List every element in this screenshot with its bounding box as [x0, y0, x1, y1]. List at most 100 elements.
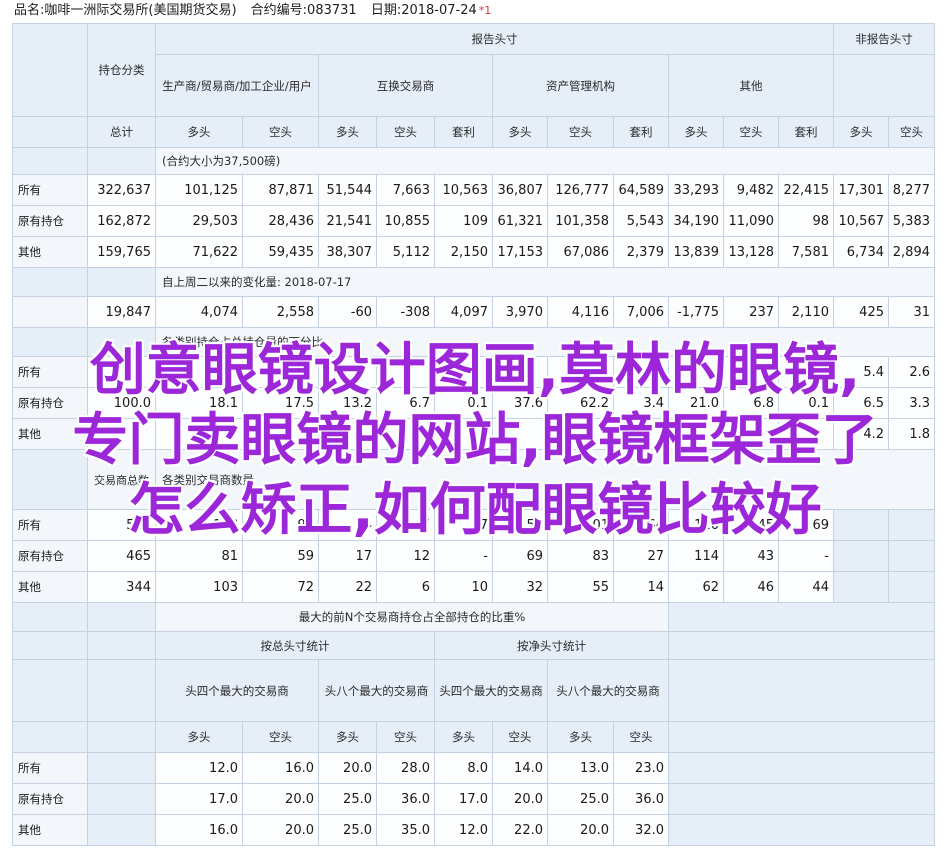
cell: 64 [613, 509, 669, 541]
cell [492, 356, 548, 388]
cell: 6,734 [833, 236, 889, 268]
cell: 71,622 [155, 236, 243, 268]
cell [492, 418, 548, 450]
cell: 16.0 [155, 814, 243, 846]
cell [778, 356, 834, 388]
cell [668, 418, 724, 450]
row-label: 所有 [12, 356, 88, 388]
cell: 45 [723, 509, 779, 541]
cell: 20.0 [492, 783, 548, 815]
table-row: 19,847 4,074 2,558 -60 -308 4,097 3,970 … [12, 296, 935, 328]
reportable-header: 报告头寸 [155, 23, 834, 55]
long-header: 多头 [547, 721, 614, 753]
cell: 64,589 [613, 174, 669, 206]
cell: 100.0 [87, 387, 156, 419]
cell [668, 356, 724, 388]
cell: 4,116 [547, 296, 614, 328]
cell: 7,581 [778, 236, 834, 268]
cell: -308 [376, 296, 435, 328]
long-header: 多头 [833, 116, 889, 148]
spread-header: 套利 [613, 116, 669, 148]
report-date: 日期:2018-07-24 [370, 3, 477, 18]
cell: 34,190 [668, 205, 724, 237]
cell: 2,894 [888, 236, 935, 268]
cell: 17.0 [155, 783, 243, 815]
cell: 62.2 [547, 387, 614, 419]
cot-report-table: 持仓分类 报告头寸 非报告头寸 生产商/贸易商/加工企业/用户 互换交易商 资产… [12, 23, 935, 846]
cell: 28,436 [242, 205, 319, 237]
position-class-header: 持仓分类 [87, 23, 156, 117]
cell: - [778, 540, 834, 572]
cell: 13.2 [318, 387, 377, 419]
cell: 38,307 [318, 236, 377, 268]
footnote-mark: *1 [478, 4, 492, 17]
cell: 17 [434, 509, 493, 541]
cell: 12.0 [434, 814, 493, 846]
cell: 13,128 [723, 236, 779, 268]
row-label: 其他 [12, 814, 88, 846]
cell: 22 [318, 571, 377, 603]
cell [242, 418, 319, 450]
cell: 2,558 [242, 296, 319, 328]
change-since-title: 自上周二以来的变化量: 2018-07-17 [155, 267, 935, 297]
cell: 17,301 [833, 174, 889, 206]
long-header: 多头 [434, 721, 493, 753]
row-label [12, 296, 88, 328]
cell: 20.0 [242, 783, 319, 815]
cell: 5,543 [613, 205, 669, 237]
cell [87, 418, 156, 450]
cell: 5.4 [833, 356, 889, 388]
short-header: 空头 [613, 721, 669, 753]
cell: 29,503 [155, 205, 243, 237]
row-label: 其他 [12, 418, 88, 450]
cell: 9,482 [723, 174, 779, 206]
cell: 4,097 [434, 296, 493, 328]
long-header: 多头 [318, 116, 377, 148]
short-header: 空头 [376, 116, 435, 148]
top8-gross-header: 头八个最大的交易商 [318, 659, 435, 722]
cell: 3,970 [492, 296, 548, 328]
cell: 36.0 [613, 783, 669, 815]
cell [434, 418, 493, 450]
trader-total-header: 交易商总数 [87, 449, 156, 510]
cell: 25.0 [318, 783, 377, 815]
cell: 22.0 [492, 814, 548, 846]
cell: 55 [547, 571, 614, 603]
cell: 32.0 [613, 814, 669, 846]
cell [376, 356, 435, 388]
cell: 322,637 [87, 174, 156, 206]
cell: 62 [668, 571, 724, 603]
cell: 21,541 [318, 205, 377, 237]
cell: 118 [155, 509, 243, 541]
cell: 46 [723, 571, 779, 603]
cell: 10,567 [833, 205, 889, 237]
cell: 2,150 [434, 236, 493, 268]
cell: 101,358 [547, 205, 614, 237]
cell: 19,847 [87, 296, 156, 328]
cell: 6.5 [833, 387, 889, 419]
short-header: 空头 [242, 116, 319, 148]
cell: 7,006 [613, 296, 669, 328]
table-row: 其他 344 103 72 22 6 10 32 55 14 62 46 44 [12, 571, 935, 603]
cell [318, 418, 377, 450]
cell: 2.6 [888, 356, 935, 388]
cell: 10,563 [434, 174, 493, 206]
cell: 67,086 [547, 236, 614, 268]
spread-header: 套利 [778, 116, 834, 148]
nonreportable-blank [833, 54, 935, 117]
swap-dealer-header: 互换交易商 [318, 54, 493, 117]
cell: 4,074 [155, 296, 243, 328]
trader-count-title: 各类别交易商数量 [155, 449, 935, 510]
cell: 59 [242, 540, 319, 572]
other-reportable-header: 其他 [668, 54, 834, 117]
row-label: 原有持仓 [12, 783, 88, 815]
cell: 20.0 [318, 752, 377, 784]
cell [434, 356, 493, 388]
cell: 6.8 [723, 387, 779, 419]
table-row: 原有持仓 17.0 20.0 25.0 36.0 17.0 20.0 25.0 … [12, 783, 935, 815]
cell [242, 356, 319, 388]
row-label: 原有持仓 [12, 387, 88, 419]
cell: 3.4 [613, 387, 669, 419]
row-label: 所有 [12, 174, 88, 206]
cell: 81 [155, 540, 243, 572]
